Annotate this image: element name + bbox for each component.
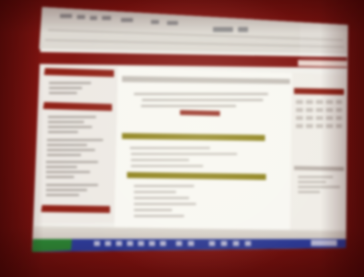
center-content-area	[114, 67, 292, 238]
right-sidebar-panel	[290, 73, 346, 241]
right-calendar-header	[294, 88, 344, 95]
projected-browser-window	[32, 7, 348, 252]
projected-screen-image	[0, 0, 364, 277]
center-action-button	[180, 110, 220, 116]
projection-scene	[0, 0, 364, 277]
start-button	[32, 239, 72, 252]
left-sidebar-header-3	[41, 205, 110, 213]
